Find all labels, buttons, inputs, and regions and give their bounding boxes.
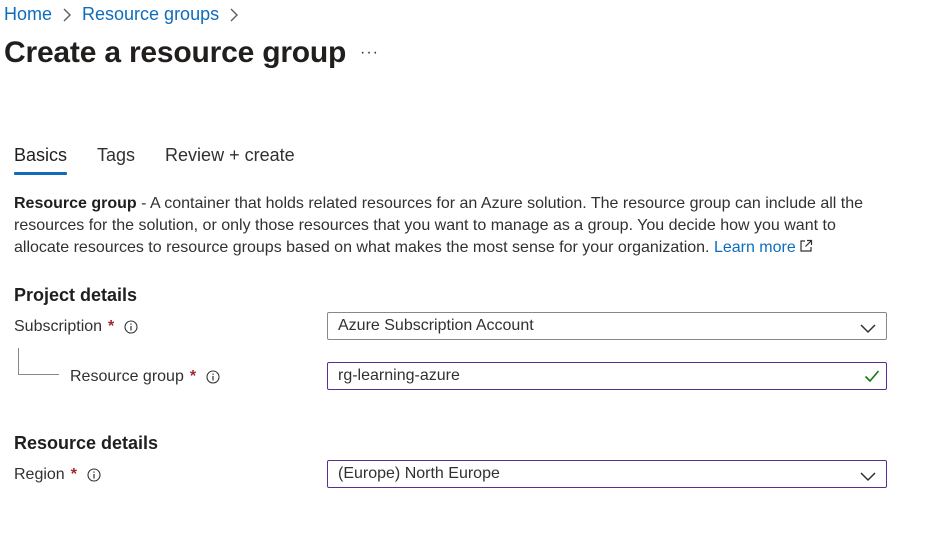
description-term: Resource group	[14, 195, 137, 212]
required-marker: *	[189, 368, 197, 385]
chevron-right-icon	[229, 8, 239, 22]
resource-group-label: Resource group *	[70, 368, 220, 386]
region-dropdown[interactable]: (Europe) North Europe	[327, 460, 887, 488]
tab-review-create[interactable]: Review + create	[165, 145, 295, 172]
more-icon[interactable]: ···	[360, 44, 379, 62]
chevron-down-icon	[860, 321, 876, 334]
subscription-value: Azure Subscription Account	[338, 317, 534, 334]
project-details-heading: Project details	[14, 285, 138, 305]
breadcrumb-home-link[interactable]: Home	[4, 4, 52, 25]
info-icon[interactable]	[87, 468, 101, 482]
resource-details-heading: Resource details	[14, 433, 159, 453]
chevron-right-icon	[62, 8, 72, 22]
resource-group-value: rg-learning-azure	[338, 367, 460, 384]
subscription-label-text: Subscription	[14, 318, 103, 335]
subscription-label: Subscription *	[14, 318, 138, 336]
resource-group-input[interactable]: rg-learning-azure	[327, 362, 887, 390]
breadcrumb: Home Resource groups	[4, 4, 249, 25]
checkmark-icon	[864, 369, 880, 383]
tab-tags[interactable]: Tags	[97, 145, 135, 172]
required-marker: *	[70, 466, 77, 483]
breadcrumb-resource-groups-link[interactable]: Resource groups	[82, 4, 219, 25]
learn-more-link[interactable]: Learn more	[714, 239, 796, 256]
required-marker: *	[108, 318, 115, 335]
info-icon[interactable]	[124, 320, 138, 334]
external-link-icon[interactable]	[799, 238, 813, 252]
tree-connector	[18, 348, 59, 375]
tab-bar: Basics Tags Review + create	[14, 145, 325, 175]
region-value: (Europe) North Europe	[338, 465, 500, 482]
region-label: Region *	[14, 466, 101, 484]
subscription-dropdown[interactable]: Azure Subscription Account	[327, 312, 887, 340]
tab-basics[interactable]: Basics	[14, 145, 68, 175]
resource-group-label-text: Resource group	[70, 368, 184, 385]
resource-group-description: Resource group - A container that holds …	[14, 193, 894, 259]
info-icon[interactable]	[206, 370, 220, 384]
chevron-down-icon	[860, 469, 876, 482]
region-label-text: Region	[14, 466, 65, 483]
page-title: Create a resource group	[4, 36, 347, 69]
